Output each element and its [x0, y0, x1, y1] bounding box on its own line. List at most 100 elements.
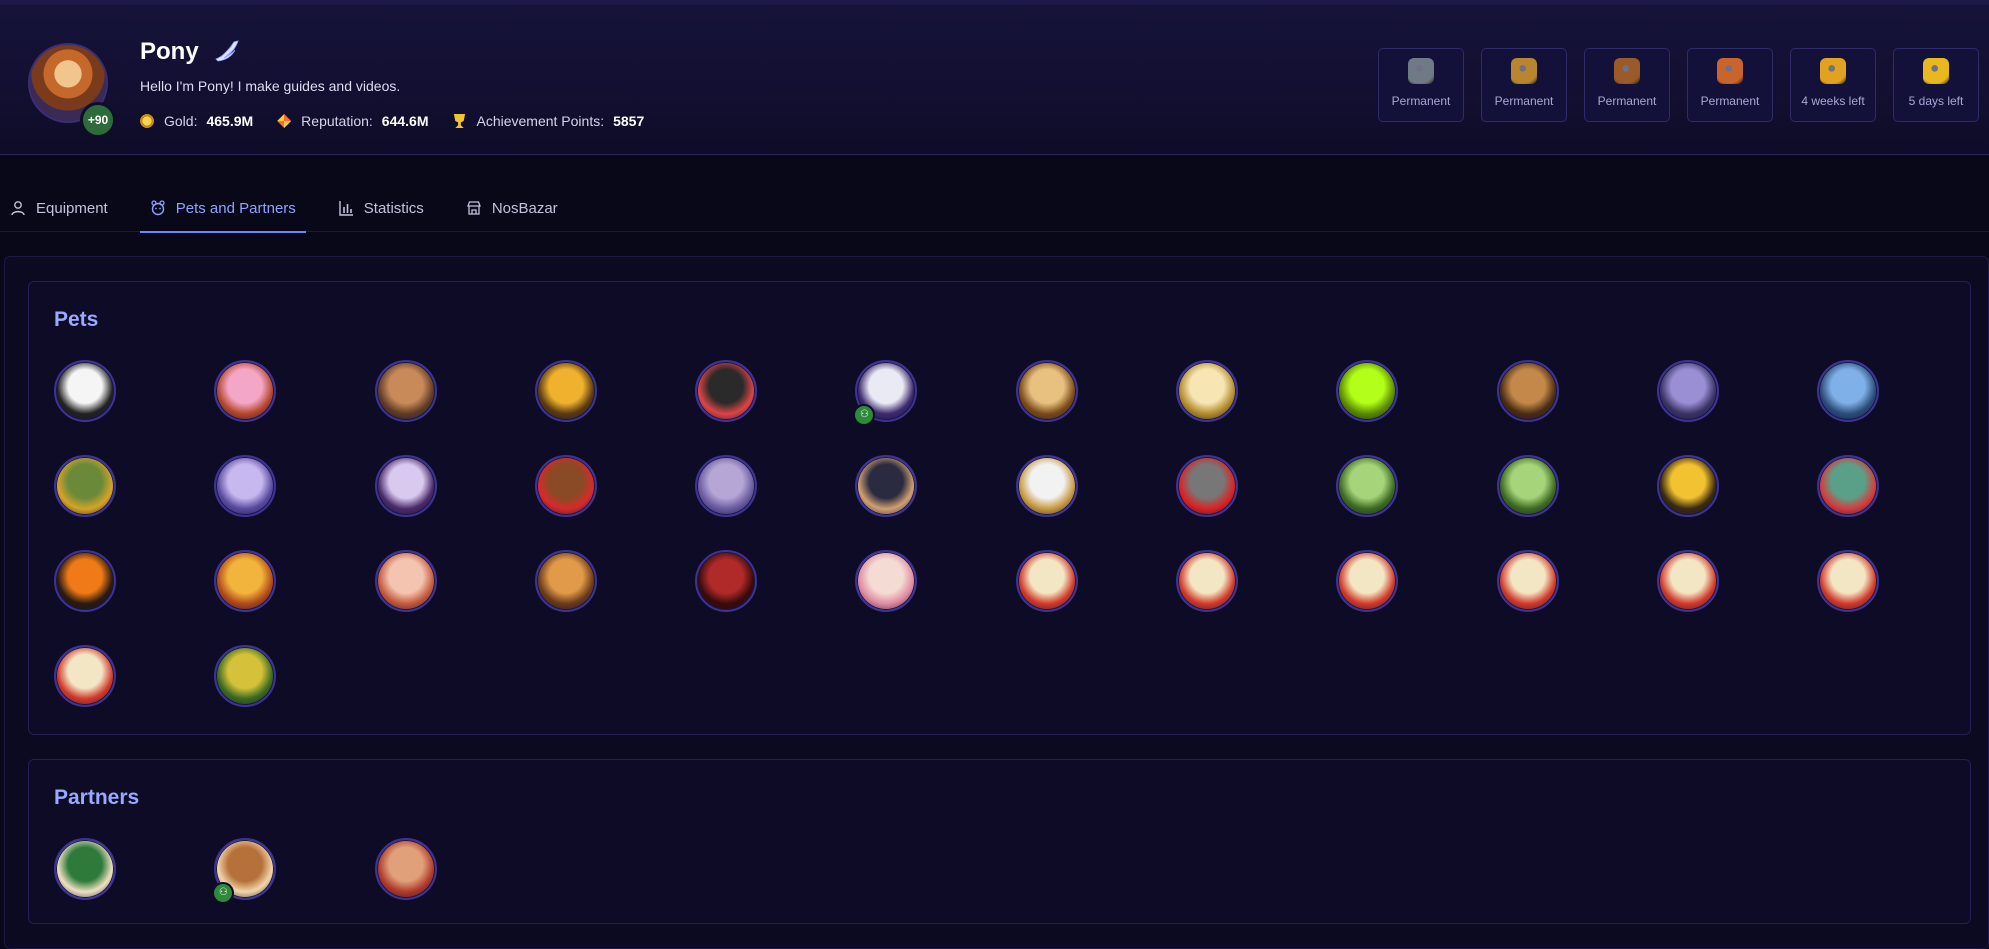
grid-cell	[214, 645, 374, 740]
white-wolf-pet-icon[interactable]: ⚇	[853, 360, 918, 426]
stat-label: Achievement Points:	[476, 113, 605, 129]
captain-pet-icon[interactable]	[1015, 455, 1078, 517]
pets-title: Pets	[54, 308, 99, 331]
tab-bar: Equipment Pets and Partners Statistics N…	[0, 184, 1989, 233]
pets-grid: ⚇	[54, 360, 1978, 740]
buff-item[interactable]: Permanent	[1687, 48, 1773, 122]
stat-achievement-points: Achievement Points: 5857	[452, 113, 644, 129]
grid-cell	[1015, 550, 1176, 645]
hedgehog-pet-icon[interactable]	[1176, 455, 1239, 517]
profile-name: Pony	[140, 38, 199, 65]
red-demon-pet-icon[interactable]	[695, 550, 758, 612]
green-dino-2-pet-icon[interactable]	[1496, 455, 1559, 517]
buff-item[interactable]: Permanent	[1584, 48, 1670, 122]
golden-lion-pet-icon[interactable]	[1015, 360, 1078, 422]
green-dino-pet-icon[interactable]	[1336, 455, 1399, 517]
grid-cell	[54, 550, 214, 645]
grid-cell	[1656, 455, 1817, 550]
buff-item[interactable]: Permanent	[1481, 48, 1567, 122]
pets-partners-content: Pets ⚇ Partners ⚇	[4, 256, 1989, 949]
stat-label: Reputation:	[301, 113, 373, 129]
gold-icon	[140, 114, 154, 128]
chicken-pet-icon[interactable]	[1656, 550, 1719, 612]
armored-griffin-pet-icon[interactable]	[1656, 360, 1719, 422]
grid-cell: ⚇	[212, 838, 374, 933]
pink-girl-pet-icon[interactable]	[214, 360, 277, 422]
bamboo-pet-icon[interactable]	[214, 645, 277, 707]
tab-statistics[interactable]: Statistics	[328, 184, 434, 232]
buff-duration: Permanent	[1391, 94, 1451, 108]
chicken-pet-icon[interactable]	[1817, 550, 1880, 612]
grid-cell	[1336, 455, 1496, 550]
pink-frog-pet-icon[interactable]	[374, 550, 437, 612]
golden-fish-pet-icon[interactable]	[534, 360, 597, 422]
grid-cell	[1336, 550, 1496, 645]
stat-value: 465.9M	[206, 113, 254, 129]
trophy-icon	[453, 114, 466, 128]
buff-duration: Permanent	[1494, 94, 1554, 108]
buff-item[interactable]: 4 weeks left	[1790, 48, 1876, 122]
grid-cell	[855, 455, 1015, 550]
buff-duration: Permanent	[1597, 94, 1657, 108]
chicken-pet-icon[interactable]	[54, 645, 116, 707]
cowboy-pet-icon[interactable]	[374, 360, 437, 422]
profile-stats: Gold: 465.9M Reputation: 644.6M Achievem…	[140, 113, 668, 129]
grid-cell	[1817, 360, 1977, 455]
blue-elf-pet-icon[interactable]	[1817, 360, 1880, 422]
chicken-pet-icon[interactable]	[1176, 550, 1239, 612]
black-cat-pet-icon[interactable]	[695, 360, 758, 422]
bear-partner-icon[interactable]: ⚇	[212, 838, 277, 904]
buff-scroll-icon	[1408, 58, 1434, 84]
user-icon	[11, 201, 25, 216]
tab-nosbazar[interactable]: NosBazar	[456, 184, 568, 232]
eagle-pet-icon[interactable]	[1496, 360, 1559, 422]
tab-equipment[interactable]: Equipment	[0, 184, 118, 232]
panda-pet-icon[interactable]	[54, 360, 116, 422]
buff-item[interactable]: Permanent	[1378, 48, 1464, 122]
helmet-boy-pet-icon[interactable]	[695, 455, 758, 517]
pets-panel: Pets ⚇	[28, 281, 1971, 735]
green-golem-pet-icon[interactable]	[54, 455, 116, 517]
grid-cell	[374, 360, 535, 455]
buff-item[interactable]: 5 days left	[1893, 48, 1979, 122]
ninja-pet-icon[interactable]	[855, 455, 918, 517]
fox-pet-icon[interactable]	[214, 550, 277, 612]
grid-cell	[534, 550, 695, 645]
grid-cell	[1496, 360, 1657, 455]
grid-cell	[1496, 550, 1657, 645]
grid-cell	[695, 455, 855, 550]
chicken-pet-icon[interactable]	[1336, 550, 1399, 612]
wing-icon	[215, 40, 239, 62]
stat-value: 644.6M	[381, 113, 429, 129]
shop-icon	[466, 201, 481, 215]
profile-header: +90 Pony Hello I'm Pony! I make guides a…	[0, 0, 1989, 155]
grid-cell	[534, 455, 695, 550]
otter-pet-icon[interactable]	[534, 550, 597, 612]
angry-cookie-partner-icon[interactable]	[374, 838, 437, 900]
explorer-pet-icon[interactable]	[534, 455, 597, 517]
gift-box-partner-icon[interactable]	[54, 838, 116, 900]
unicorn-pet-icon[interactable]	[1176, 360, 1239, 422]
grid-cell	[695, 360, 855, 455]
green-slime-pet-icon[interactable]	[1336, 360, 1399, 422]
grid-cell	[374, 455, 535, 550]
bee-pet-icon[interactable]	[1656, 455, 1719, 517]
profile-bio: Hello I'm Pony! I make guides and videos…	[140, 78, 401, 94]
partners-panel: Partners ⚇	[28, 759, 1971, 924]
tab-label: Equipment	[36, 199, 108, 217]
chicken-pet-icon[interactable]	[1015, 550, 1078, 612]
tab-pets-and-partners[interactable]: Pets and Partners	[139, 184, 306, 233]
grid-cell	[1015, 360, 1176, 455]
lilac-girl-pet-icon[interactable]	[214, 455, 277, 517]
bone-dragon-pet-icon[interactable]	[374, 455, 437, 517]
grid-cell	[1817, 550, 1977, 645]
grid-cell	[374, 838, 535, 933]
tab-label: NosBazar	[491, 199, 558, 217]
bunny-pet-icon[interactable]	[855, 550, 918, 612]
grid-cell	[1176, 455, 1336, 550]
pumpkin-pet-icon[interactable]	[54, 550, 116, 612]
chicken-pet-icon[interactable]	[1496, 550, 1559, 612]
grid-cell	[695, 550, 855, 645]
grid-cell	[1656, 360, 1817, 455]
t-rex-pet-icon[interactable]	[1817, 455, 1880, 517]
